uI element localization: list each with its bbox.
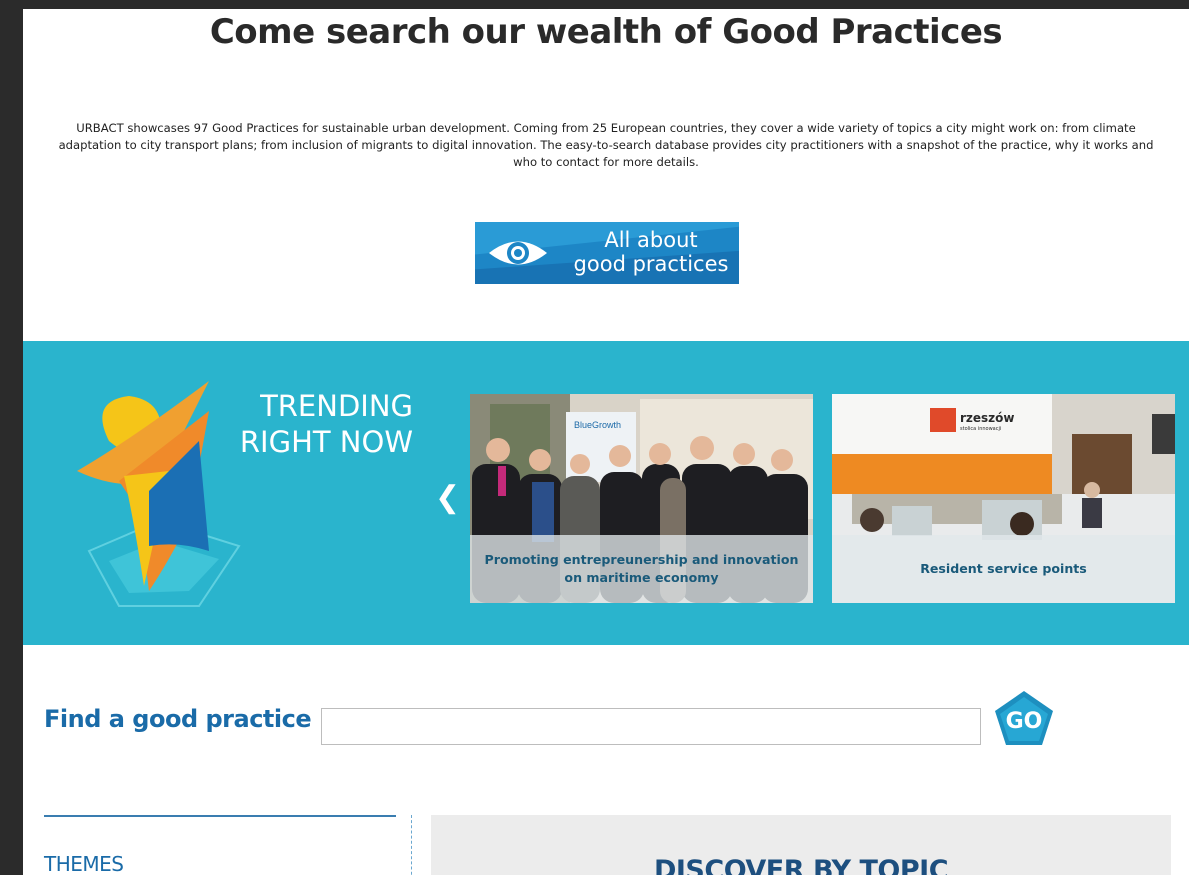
discover-panel: DISCOVER BY TOPIC xyxy=(431,815,1171,875)
themes-divider xyxy=(44,815,396,817)
themes-label: THEMES xyxy=(44,852,124,875)
column-divider xyxy=(411,815,412,875)
svg-text:BlueGrowth: BlueGrowth xyxy=(574,420,621,430)
trending-section: TRENDING RIGHT NOW ❮ BlueGrowth Promotin… xyxy=(23,341,1189,645)
chevron-left-icon[interactable]: ❮ xyxy=(435,481,460,515)
find-label: Find a good practice xyxy=(44,705,312,733)
intro-text: URBACT showcases 97 Good Practices for s… xyxy=(58,121,1154,169)
all-about-good-practices-button[interactable]: All about good practices xyxy=(475,222,739,284)
card-caption: Promoting entrepreunership and innovatio… xyxy=(470,535,813,603)
trending-card-resident-service[interactable]: rzeszów stolica innowacji Resident servi… xyxy=(832,394,1175,603)
card-caption: Resident service points xyxy=(832,535,1175,603)
svg-text:stolica innowacji: stolica innowacji xyxy=(960,426,1001,432)
search-input[interactable] xyxy=(321,708,981,745)
trending-title: TRENDING RIGHT NOW xyxy=(239,389,413,459)
page-title: Come search our wealth of Good Practices xyxy=(209,12,1003,52)
about-line-1: All about xyxy=(604,228,698,252)
go-button[interactable]: GO xyxy=(993,689,1055,749)
window-frame-top xyxy=(0,0,1189,9)
about-line-2: good practices xyxy=(573,252,729,276)
svg-text:rzeszów: rzeszów xyxy=(960,411,1015,425)
page: Come search our wealth of Good Practices… xyxy=(23,9,1189,875)
eye-icon xyxy=(489,241,547,265)
trending-card-maritime[interactable]: BlueGrowth Promoting entrepreunership an… xyxy=(470,394,813,603)
discover-title: DISCOVER BY TOPIC xyxy=(653,855,949,875)
svg-text:GO: GO xyxy=(1006,709,1043,734)
